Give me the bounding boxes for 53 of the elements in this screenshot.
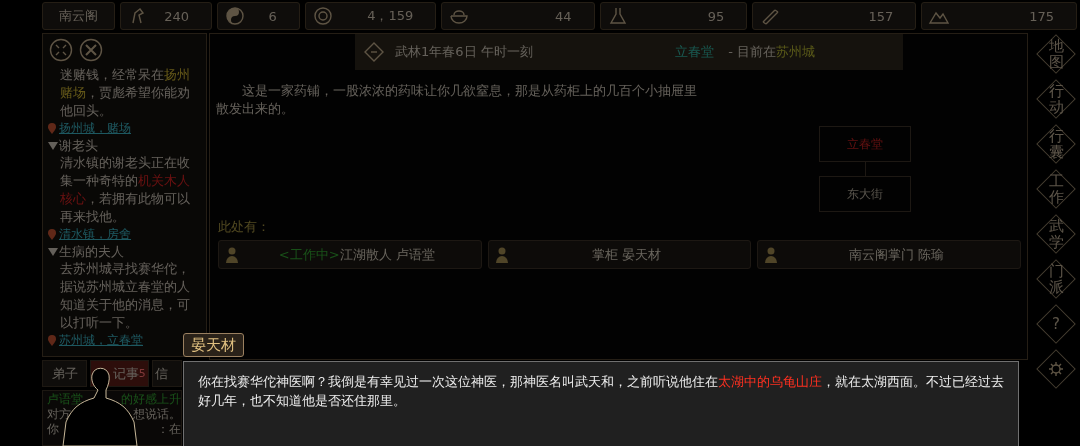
dialog-text: 你在找赛华佗神医啊？我倒是有幸见过一次这位神医，那神医名叫武天和，之前听说他住在太湖中的乌龟山庄，就在太湖西面。不过已经过去好几年，也不知道他是否还住那里。 [198, 373, 1004, 410]
person-icon [225, 246, 239, 263]
yin-yang-icon [224, 5, 247, 27]
quest-title[interactable]: 生病的夫人 [59, 243, 124, 260]
log-text: ：在 [157, 422, 181, 437]
location-link[interactable]: 扬州城，赌场 [59, 120, 131, 137]
triangle-icon[interactable] [47, 139, 59, 152]
menu-button[interactable]: 工作 [1036, 169, 1076, 209]
menu-button[interactable]: 门派 [1036, 259, 1076, 299]
map-node[interactable]: 东大街 [819, 176, 911, 212]
log-text: 想说话。 [133, 407, 181, 422]
npc-button[interactable]: 掌柜 晏天材 [487, 240, 752, 269]
location-link[interactable]: 清水镇，房舍 [59, 226, 131, 243]
stat-value: 95 [707, 8, 725, 24]
coin-icon [311, 5, 334, 27]
tab[interactable]: 信 [151, 360, 182, 387]
pin-icon [47, 228, 57, 241]
log-text: 对方 [47, 407, 71, 422]
quest-description: 迷赌钱，经常呆在扬州赌场，贾彪希望你能劝他回头。 [59, 66, 191, 120]
section-label: 此处有： [218, 218, 271, 236]
person-icon [494, 246, 509, 263]
close-icon[interactable] [79, 38, 103, 62]
person-icon [764, 246, 779, 263]
menu-button[interactable]: 行囊 [1036, 124, 1076, 164]
npc-button[interactable]: 南云阁掌门 陈瑜 [757, 240, 1021, 269]
stat-value: 157 [868, 8, 894, 24]
stat-value: 240 [164, 8, 190, 24]
log-text: 卢语堂 [47, 392, 83, 407]
tab[interactable]: 弟子 [42, 360, 88, 387]
log-text: 你 [47, 422, 59, 437]
stat-value: 175 [1029, 8, 1054, 24]
npc-button[interactable]: <工作中>江湖散人 卢语堂 [218, 240, 482, 269]
place-text: 立春堂 [675, 43, 714, 61]
stat-value: 6 [268, 8, 277, 24]
location-link[interactable]: 苏州城，立春堂 [59, 332, 143, 349]
menu-button[interactable]: ? [1036, 304, 1076, 344]
sect-label: 南云阁 [42, 2, 116, 30]
city-text: 苏州城 [775, 43, 815, 61]
expand-icon[interactable] [49, 38, 73, 62]
gear-icon [1048, 361, 1064, 377]
quest-title[interactable]: 谢老头 [59, 137, 98, 154]
speaker-name: 晏天材 [183, 333, 244, 357]
menu-button[interactable]: 武学 [1036, 214, 1076, 254]
pin-icon [47, 334, 57, 347]
pin-icon [47, 122, 57, 135]
triangle-icon[interactable] [47, 245, 59, 258]
stat-value: 44 [555, 8, 572, 24]
menu-button[interactable]: 行动 [1036, 79, 1076, 119]
stat-value: 4，159 [367, 7, 414, 25]
diamond-icon [363, 41, 385, 63]
menu-button[interactable]: 地图 [1036, 34, 1076, 74]
place-text: - 目前在 [727, 43, 776, 61]
map-node[interactable]: 立春堂 [819, 126, 911, 162]
